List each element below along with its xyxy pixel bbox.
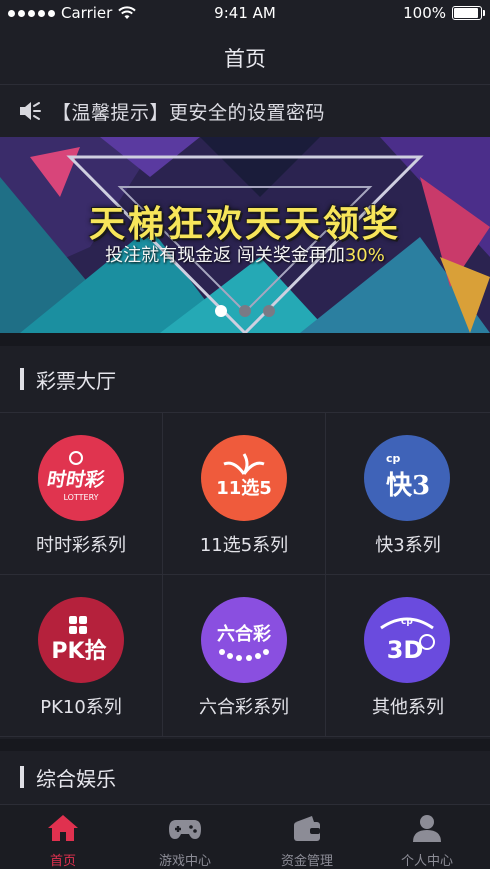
banner-pager[interactable] — [0, 305, 490, 317]
lottery-grid: 时时彩 LOTTERY 时时彩系列 11选5 11选5系列 cp 快3 快3系列 — [0, 412, 490, 739]
11xuan5-logo-icon: 11选5 — [201, 435, 287, 521]
lottery-item-label: 六合彩系列 — [199, 697, 289, 718]
lottery-item-label: 快3系列 — [375, 535, 441, 556]
home-icon — [48, 815, 78, 841]
lottery-item-label: 11选5系列 — [199, 535, 289, 556]
lottery-item-label: PK10系列 — [40, 697, 122, 718]
lottery-hall-header: 彩票大厅 — [0, 346, 490, 412]
svg-text:cp: cp — [401, 617, 413, 627]
lottery-item-kuai3[interactable]: cp 快3 快3系列 — [326, 413, 490, 575]
lottery-item-shishicai[interactable]: 时时彩 LOTTERY 时时彩系列 — [0, 413, 163, 575]
tab-funds[interactable]: 资金管理 — [246, 805, 368, 869]
speaker-icon — [20, 102, 41, 120]
entertainment-header: 综合娱乐 — [0, 751, 490, 803]
notice-bar[interactable]: 【温馨提示】更安全的设置密码 — [0, 85, 490, 137]
kuai3-logo-icon: cp 快3 — [364, 435, 450, 521]
notice-text: 【温馨提示】更安全的设置密码 — [52, 101, 326, 124]
svg-text:LOTTERY: LOTTERY — [63, 493, 98, 502]
other-3d-logo-icon: cp 3D — [364, 597, 450, 683]
svg-text:cp: cp — [386, 452, 401, 465]
lottery-item-label: 时时彩系列 — [36, 535, 126, 556]
tab-label: 游戏中心 — [158, 854, 211, 869]
svg-text:快3: 快3 — [386, 471, 430, 501]
liuhecai-logo-icon: 六合彩 — [201, 597, 287, 683]
section-marker — [20, 368, 24, 390]
lottery-item-liuhecai[interactable]: 六合彩 六合彩系列 — [163, 575, 326, 737]
status-right: 100% — [403, 4, 485, 22]
gamepad-icon — [169, 820, 201, 839]
lottery-item-pk10[interactable]: PK拾 PK10系列 — [0, 575, 163, 737]
pager-dot[interactable] — [239, 305, 251, 317]
lottery-item-label: 其他系列 — [372, 697, 444, 718]
tab-label: 资金管理 — [280, 854, 333, 869]
section-divider — [0, 739, 490, 751]
svg-text:3D: 3D — [387, 636, 424, 664]
banner-subtitle-highlight: 30% — [344, 245, 385, 266]
svg-text:PK拾: PK拾 — [51, 638, 106, 664]
banner-headline: 天梯狂欢天天领奖 — [88, 203, 401, 245]
banner-subtitle-text: 投注就有现金返 闯关奖金再加 — [105, 245, 345, 266]
svg-text:11选5: 11选5 — [216, 478, 272, 499]
battery-percent: 100% — [403, 4, 446, 22]
battery-icon — [452, 6, 485, 20]
section-divider — [0, 333, 490, 346]
svg-text:六合彩: 六合彩 — [217, 623, 271, 645]
pager-dot[interactable] — [215, 305, 227, 317]
tab-label: 个人中心 — [400, 854, 453, 869]
entertainment-title: 综合娱乐 — [36, 766, 116, 791]
tab-bar: 首页 游戏中心 资金管理 个人中心 — [0, 804, 490, 869]
promo-banner[interactable]: 天梯狂欢天天领奖 投注就有现金返 闯关奖金再加30% — [0, 137, 490, 333]
tab-game-center[interactable]: 游戏中心 — [124, 805, 246, 869]
pk10-logo-icon: PK拾 — [38, 597, 124, 683]
lottery-item-other[interactable]: cp 3D 其他系列 — [326, 575, 490, 737]
user-icon — [413, 815, 441, 842]
page-title: 首页 — [224, 47, 266, 71]
svg-text:时时彩: 时时彩 — [46, 468, 107, 491]
pager-dot[interactable] — [263, 305, 275, 317]
lottery-item-11xuan5[interactable]: 11选5 11选5系列 — [163, 413, 326, 575]
wallet-icon — [294, 816, 320, 841]
shishicai-logo-icon: 时时彩 LOTTERY — [38, 435, 124, 521]
status-bar: Carrier 9:41 AM 100% — [0, 0, 490, 26]
section-marker — [20, 766, 24, 788]
tab-profile[interactable]: 个人中心 — [366, 805, 488, 869]
banner-subtitle: 投注就有现金返 闯关奖金再加30% — [0, 241, 490, 267]
lottery-hall-title: 彩票大厅 — [36, 368, 116, 393]
tab-label: 首页 — [49, 854, 76, 869]
nav-bar: 首页 — [0, 26, 490, 85]
tab-home[interactable]: 首页 — [2, 805, 124, 869]
